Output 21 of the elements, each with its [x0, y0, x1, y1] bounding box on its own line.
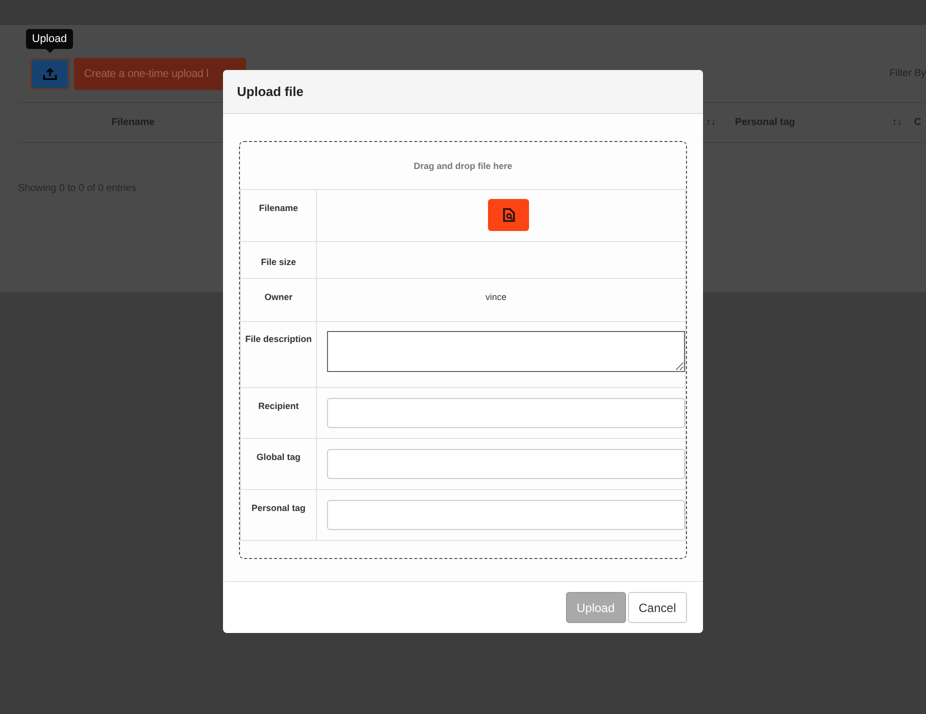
drop-hint: Drag and drop file here: [414, 160, 512, 170]
field-label: Personal tag: [250, 502, 307, 515]
browse-file-button[interactable]: [488, 199, 529, 231]
sort-icon[interactable]: ↑↓: [892, 117, 910, 128]
sort-icon[interactable]: ↑↓: [706, 117, 724, 128]
description-field[interactable]: [327, 331, 685, 372]
owner-value: vince: [484, 291, 508, 304]
tag-field[interactable]: [327, 500, 685, 530]
field-label: Global tag: [255, 451, 302, 464]
field-label: File description: [245, 333, 312, 346]
field-label: Recipient: [257, 400, 300, 413]
tag-field[interactable]: [327, 449, 685, 479]
field-label: Owner: [263, 291, 294, 304]
field-label: File size: [260, 256, 297, 269]
upload-button[interactable]: [30, 58, 70, 90]
drop-zone[interactable]: Drag and drop file here Filename File size Owner vince File description Recipient Global tag Personal tag: [239, 141, 687, 559]
recipient-field[interactable]: [327, 398, 685, 428]
field-label: Filename: [258, 202, 299, 215]
file-search-icon: [502, 208, 514, 222]
upload-icon: [43, 68, 57, 80]
cancel-button[interactable]: Cancel: [628, 592, 687, 623]
